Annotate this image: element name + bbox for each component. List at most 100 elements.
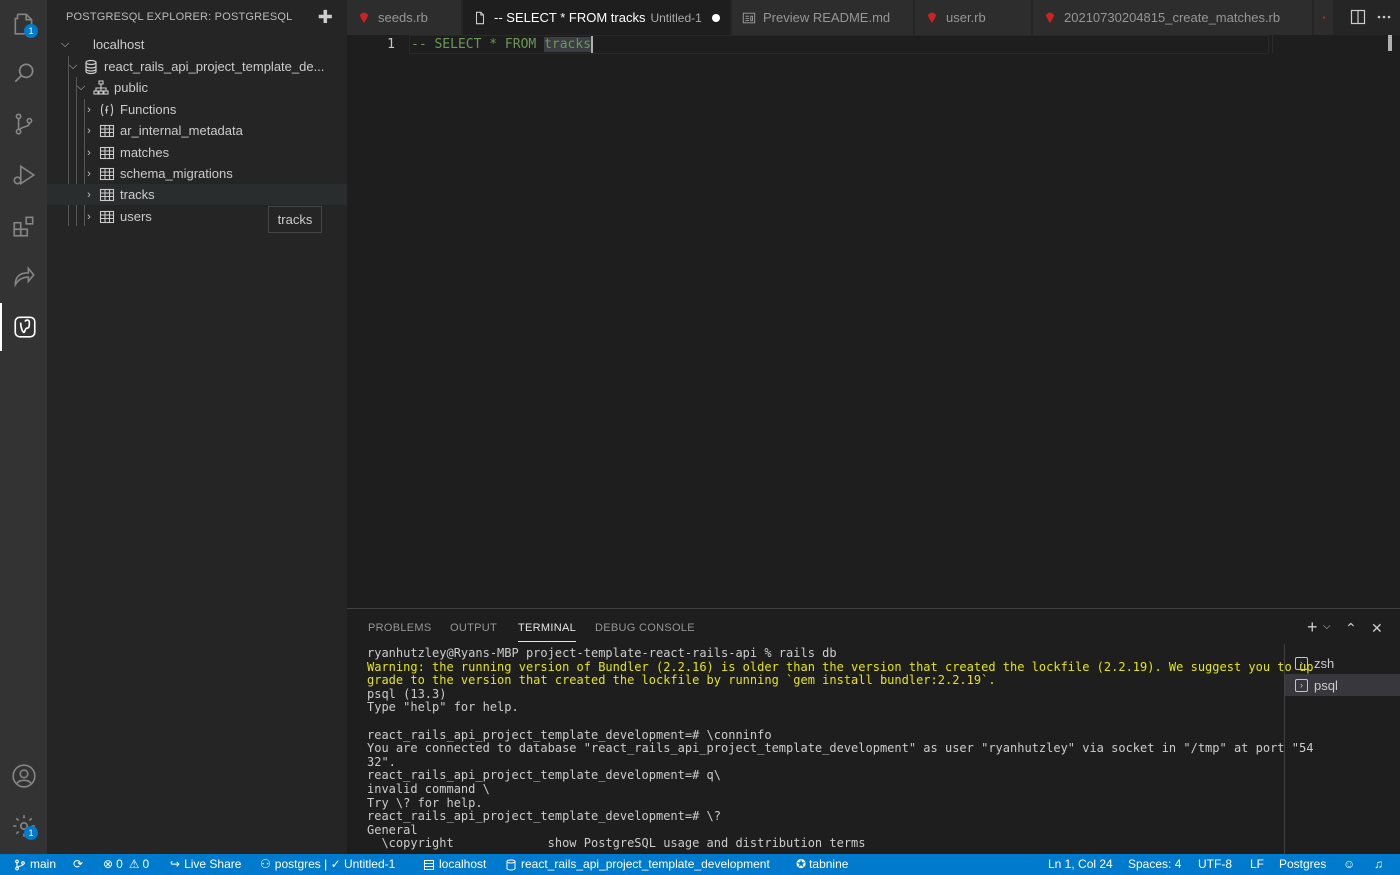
postgresql-elephant-icon[interactable]: [0, 303, 47, 351]
tab-description: Untitled-1: [650, 10, 702, 25]
functions-icon: [100, 103, 114, 116]
tab-terminal[interactable]: TERMINAL: [518, 614, 577, 642]
language-mode[interactable]: Postgres: [1279, 854, 1326, 875]
explorer-badge: 1: [24, 24, 38, 38]
search-icon[interactable]: [0, 49, 47, 97]
more-actions-icon[interactable]: [1376, 9, 1392, 25]
tree-item-server[interactable]: ⌵ localhost: [47, 34, 347, 55]
terminal-dropdown-chevron-icon[interactable]: ⌵: [1323, 621, 1331, 632]
tree-item-table[interactable]: › tracks: [47, 184, 347, 205]
code-editor[interactable]: 1 -- SELECT * FROM tracks: [347, 35, 1400, 608]
tree-item-database[interactable]: ⌵ react_rails_api_project_template_de...: [47, 56, 347, 77]
table-icon: [99, 167, 115, 180]
tab-overflow[interactable]: [1314, 0, 1334, 35]
indentation[interactable]: Spaces: 4: [1128, 854, 1181, 875]
run-debug-icon[interactable]: [0, 151, 47, 199]
tab-label: -- SELECT * FROM tracks: [494, 10, 646, 25]
close-panel-icon[interactable]: ✕: [1371, 620, 1383, 637]
tree-item-schema[interactable]: ⌵ public: [47, 77, 347, 98]
explorer-icon[interactable]: 1: [0, 0, 47, 48]
chevron-down-icon: ⌵: [68, 60, 78, 72]
server-label: localhost: [93, 37, 145, 52]
unsaved-dot-icon[interactable]: [711, 13, 720, 22]
source-control-icon[interactable]: [0, 100, 47, 148]
tree-item-label: Functions: [120, 102, 177, 117]
ruby-file-icon: [927, 12, 937, 23]
extensions-icon[interactable]: [0, 202, 47, 250]
tabnine-icon: ✪: [796, 857, 807, 871]
postgresql-explorer-sidebar: POSTGRESQL EXPLORER: POSTGRESQL ✚ ⌵ loca…: [47, 0, 347, 854]
split-editor-icon[interactable]: [1350, 9, 1366, 25]
encoding[interactable]: UTF-8: [1198, 854, 1232, 875]
activity-bar: 1 1: [0, 0, 47, 854]
live-share-status[interactable]: ↪ Live Share: [170, 854, 241, 875]
connection-status[interactable]: ⚇ postgres | ✓ Untitled-1: [260, 854, 395, 875]
feedback-icon[interactable]: ☺: [1343, 854, 1355, 875]
terminal-item-psql[interactable]: › psql: [1285, 674, 1400, 696]
terminal-item-zsh[interactable]: › zsh: [1285, 652, 1400, 674]
settings-gear-icon[interactable]: 1: [0, 802, 47, 850]
end-of-line[interactable]: LF: [1250, 854, 1264, 875]
tab-create-matches-rb[interactable]: 20210730204815_create_matches.rb: [1033, 0, 1313, 35]
terminal-output[interactable]: ryanhutzley@Ryans-MBP project-template-r…: [367, 646, 1313, 851]
warning-count: 0: [142, 857, 150, 871]
notifications-bell-icon[interactable]: ♫: [1374, 854, 1383, 875]
server-status[interactable]: localhost: [423, 854, 486, 875]
maximize-panel-chevron-up-icon[interactable]: ⌃: [1345, 620, 1357, 637]
branch-name: main: [30, 857, 57, 871]
code-comment: -- SELECT * FROM: [411, 37, 545, 52]
tree-item-table[interactable]: › schema_migrations: [47, 163, 347, 184]
tree-item-label: users: [120, 209, 152, 224]
tab-problems[interactable]: PROBLEMS: [368, 609, 432, 645]
terminal-line: General: [367, 822, 418, 837]
tabnine-status[interactable]: ✪ tabnine: [796, 854, 848, 875]
ruby-file-icon: [1322, 16, 1326, 19]
schema-hierarchy-icon: [93, 79, 109, 95]
chevron-right-icon: ›: [87, 167, 91, 180]
settings-badge: 1: [24, 826, 38, 840]
tab-untitled-query[interactable]: -- SELECT * FROM tracks Untitled-1: [463, 0, 731, 35]
file-icon: [475, 11, 485, 24]
terminal-line: psql (13.3): [367, 686, 447, 701]
terminal-line: Type "help" for help.: [367, 700, 519, 715]
hover-tooltip: tracks: [268, 206, 322, 233]
tab-output[interactable]: OUTPUT: [450, 609, 497, 645]
tree-item-label: tracks: [120, 187, 155, 202]
warning-icon: ⚠: [128, 857, 140, 871]
terminal-line: react_rails_api_project_template_develop…: [367, 809, 722, 824]
line-number: 1: [387, 37, 395, 52]
database-label: react_rails_api_project_template_de...: [104, 59, 325, 74]
tab-debug-console[interactable]: DEBUG CONSOLE: [595, 609, 695, 645]
tree-item-functions[interactable]: › Functions: [47, 99, 347, 120]
new-terminal-plus-icon[interactable]: +: [1307, 617, 1318, 638]
tree-item-table[interactable]: › ar_internal_metadata: [47, 120, 347, 141]
code-line[interactable]: -- SELECT * FROM tracks: [411, 35, 594, 54]
editor-scrollbar[interactable]: [1388, 35, 1392, 51]
tab-seeds-rb[interactable]: seeds.rb: [347, 0, 462, 35]
tree-item-table[interactable]: › matches: [47, 142, 347, 163]
tree-item-table[interactable]: › users: [47, 206, 267, 227]
live-share-icon[interactable]: [0, 252, 47, 300]
chevron-down-icon: ⌵: [60, 38, 70, 50]
add-connection-icon[interactable]: ✚: [318, 8, 333, 26]
problems-status[interactable]: ⊗ 0 ⚠ 0: [103, 854, 149, 875]
sync-icon[interactable]: ⟳: [73, 854, 83, 875]
accounts-icon[interactable]: [0, 752, 47, 800]
tab-preview-readme[interactable]: Preview README.md: [732, 0, 914, 35]
connection-label: postgres | ✓ Untitled-1: [274, 857, 396, 871]
database-status[interactable]: react_rails_api_project_template_develop…: [505, 854, 770, 875]
ruby-file-icon: [359, 12, 369, 23]
cursor-position[interactable]: Ln 1, Col 24: [1048, 854, 1113, 875]
terminal-icon: ›: [1295, 678, 1308, 692]
database-label: react_rails_api_project_template_develop…: [521, 857, 770, 871]
chevron-down-icon: ⌵: [76, 81, 86, 93]
chevron-right-icon: ›: [87, 103, 91, 116]
branch-status[interactable]: main: [14, 854, 56, 875]
chevron-right-icon: ›: [87, 210, 91, 223]
schema-label: public: [114, 80, 148, 95]
tab-label: 20210730204815_create_matches.rb: [1064, 10, 1281, 25]
database-icon: [506, 859, 516, 871]
tab-user-rb[interactable]: user.rb: [915, 0, 1032, 35]
plug-icon: ⚇: [260, 857, 271, 871]
terminal-list: › zsh › psql: [1284, 644, 1400, 855]
